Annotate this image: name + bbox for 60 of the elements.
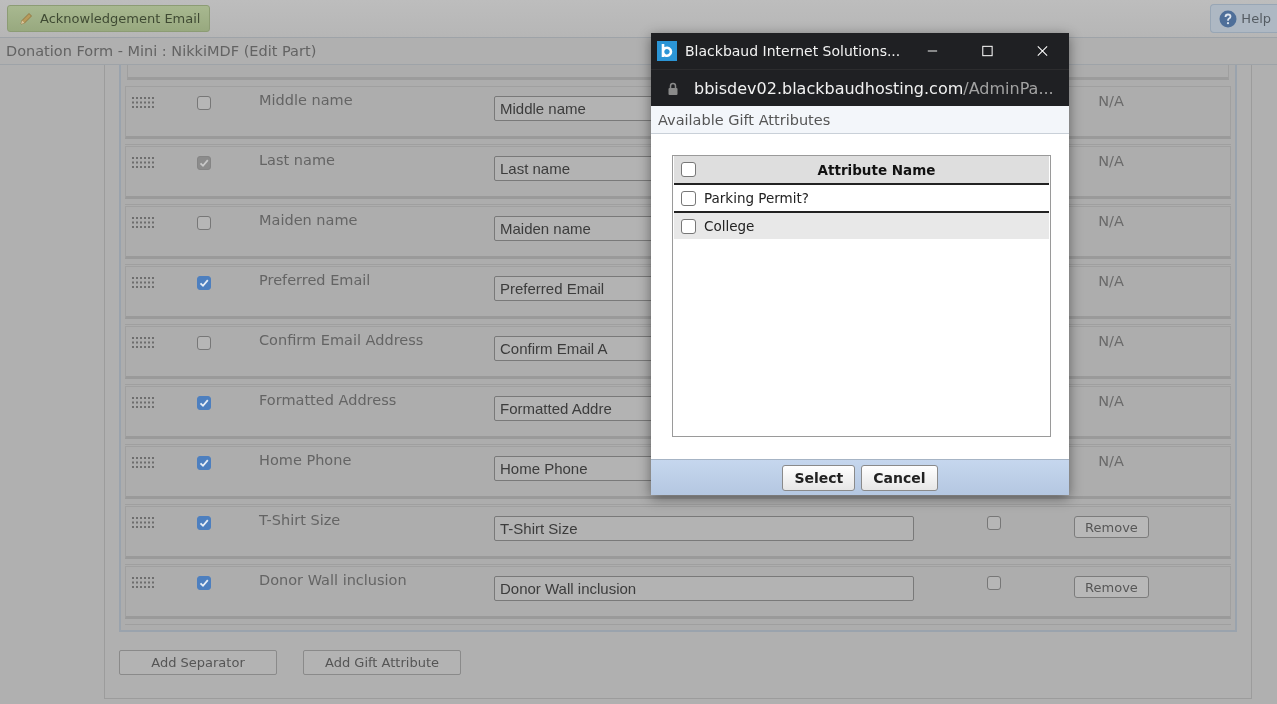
- pencil-icon: [18, 10, 34, 27]
- close-icon[interactable]: [1037, 44, 1048, 58]
- include-checkbox[interactable]: [196, 96, 211, 110]
- field-label: Middle name: [258, 92, 354, 108]
- drag-handle-icon[interactable]: [132, 277, 156, 289]
- field-label: Preferred Email: [258, 272, 372, 288]
- drag-handle-icon[interactable]: [132, 517, 156, 529]
- select-all-checkbox[interactable]: [681, 162, 696, 177]
- not-applicable-text: N/A: [1097, 213, 1125, 229]
- dialog-button[interactable]: Select: [782, 464, 856, 491]
- drag-handle-icon[interactable]: [132, 457, 156, 469]
- column-header: Attribute Name: [816, 161, 937, 178]
- app-logo-icon: [657, 41, 677, 61]
- required-checkbox[interactable]: [987, 516, 1001, 530]
- required-checkbox[interactable]: [987, 576, 1001, 590]
- field-label: Home Phone: [258, 452, 353, 468]
- maximize-icon[interactable]: [982, 44, 994, 58]
- not-applicable-text: N/A: [1097, 333, 1125, 349]
- drag-handle-icon[interactable]: [132, 157, 156, 169]
- not-applicable-text: N/A: [1097, 453, 1125, 469]
- url-text: bbisdev02.blackbaudhosting.com/AdminPa...: [694, 78, 1054, 98]
- include-checkbox[interactable]: [196, 516, 211, 530]
- drag-handle-icon[interactable]: [132, 577, 156, 589]
- not-applicable-text: N/A: [1097, 93, 1125, 109]
- field-label: Last name: [258, 152, 336, 168]
- window-title: Blackbaud Internet Solutions...: [685, 43, 901, 59]
- caption-field[interactable]: T-Shirt Size: [494, 516, 914, 541]
- help-button[interactable]: Help: [1210, 4, 1277, 33]
- acknowledgement-email-button[interactable]: Acknowledgement Email: [7, 5, 211, 32]
- attribute-row[interactable]: College: [674, 213, 1049, 239]
- add-button[interactable]: Add Gift Attribute: [303, 650, 461, 675]
- row-checkbox[interactable]: [681, 190, 696, 206]
- not-applicable-text: N/A: [1097, 153, 1125, 169]
- remove-button[interactable]: Remove: [1074, 576, 1149, 598]
- field-label: Formatted Address: [258, 392, 398, 408]
- page-title: Donation Form - Mini : NikkiMDF (Edit Part): [6, 43, 317, 59]
- row-checkbox[interactable]: [681, 218, 696, 234]
- help-icon: [1219, 9, 1238, 28]
- lock-icon: [668, 81, 678, 95]
- add-button[interactable]: Add Separator: [119, 650, 277, 675]
- drag-handle-icon[interactable]: [132, 97, 156, 109]
- drag-handle-icon[interactable]: [132, 217, 156, 229]
- caption-field[interactable]: Donor Wall inclusion: [494, 576, 914, 601]
- include-checkbox[interactable]: [196, 216, 211, 230]
- include-checkbox[interactable]: [196, 336, 211, 350]
- include-checkbox[interactable]: [196, 456, 211, 470]
- field-label: Donor Wall inclusion: [258, 572, 408, 588]
- not-applicable-text: N/A: [1097, 273, 1125, 289]
- dialog-button[interactable]: Cancel: [861, 464, 938, 491]
- drag-handle-icon[interactable]: [132, 337, 156, 349]
- dialog-heading: Available Gift Attributes: [658, 111, 831, 128]
- not-applicable-text: N/A: [1097, 393, 1125, 409]
- include-checkbox[interactable]: [196, 576, 211, 590]
- include-checkbox[interactable]: [196, 276, 211, 290]
- field-label: Confirm Email Address: [258, 332, 425, 348]
- field-label: T-Shirt Size: [258, 512, 342, 528]
- drag-handle-icon[interactable]: [132, 397, 156, 409]
- include-checkbox[interactable]: [196, 396, 211, 410]
- field-label: Maiden name: [258, 212, 359, 228]
- remove-button[interactable]: Remove: [1074, 516, 1149, 538]
